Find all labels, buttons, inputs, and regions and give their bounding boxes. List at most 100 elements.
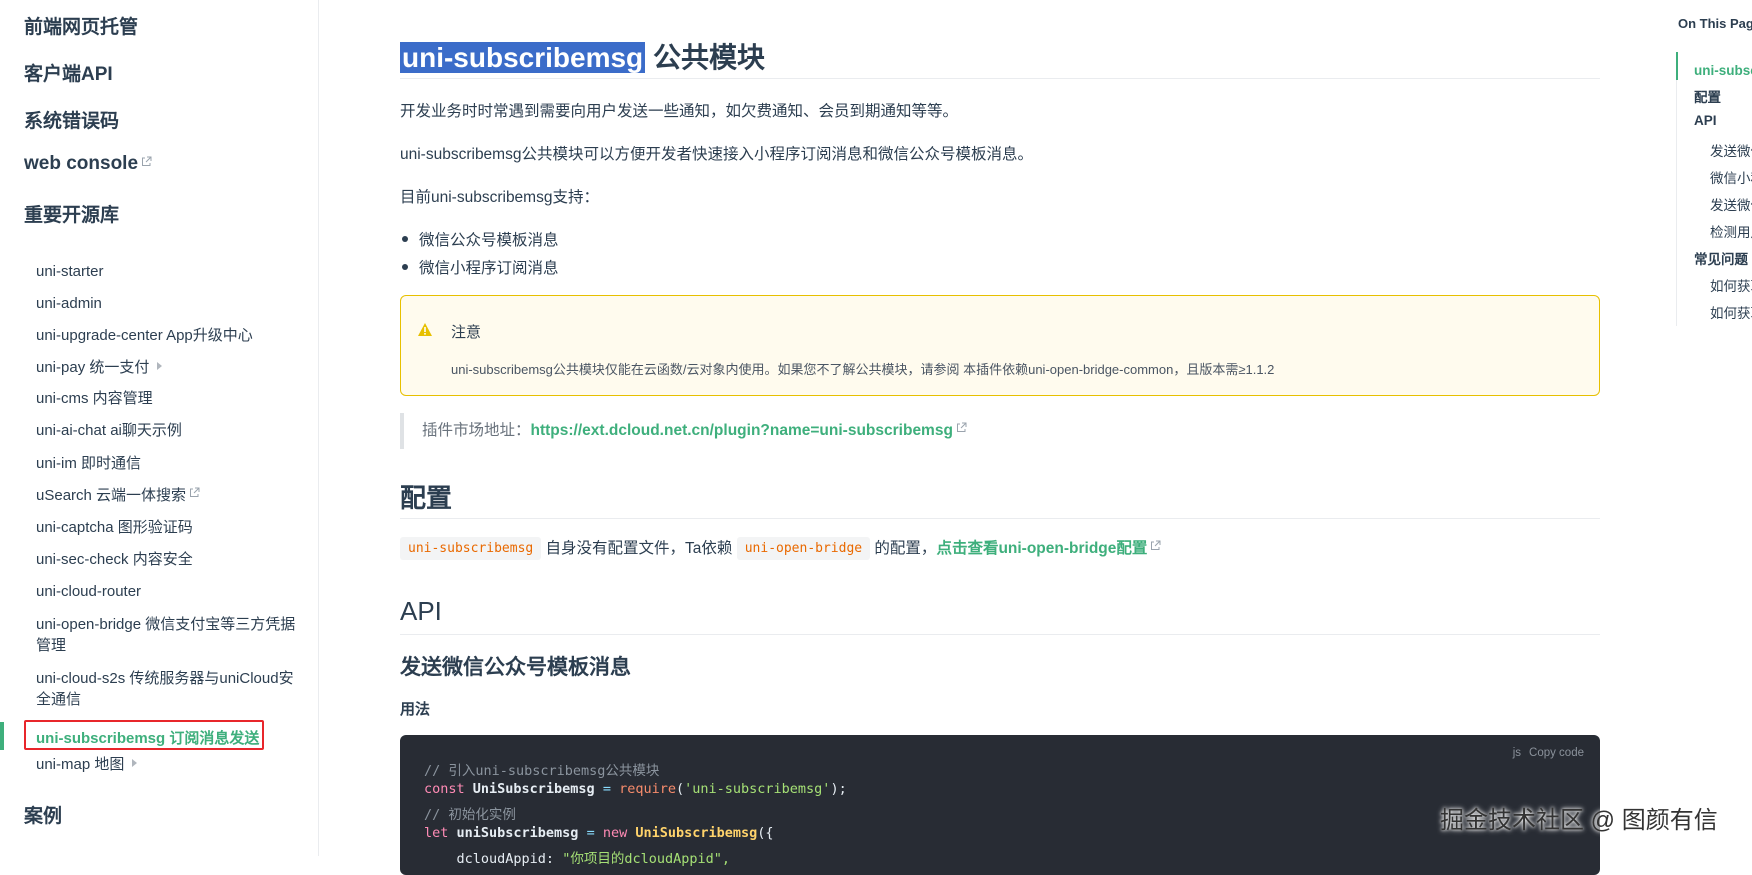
toc-item[interactable]: 发送微信公众号模板消息 (1710, 140, 1752, 160)
sidebar-item-uni-starter[interactable]: uni-starter (36, 261, 300, 282)
external-link-icon (141, 156, 152, 167)
code-punct: : (545, 851, 563, 867)
sidebar-heading-open-source: 重要开源库 (24, 205, 120, 226)
copy-code-label: Copy code (1529, 747, 1584, 759)
api-heading: API (400, 596, 1600, 635)
config-heading: 配置 (400, 478, 1600, 519)
toc-item[interactable]: 检测用户是否关注 (1710, 221, 1752, 241)
on-this-page-toc: On This Page uni-subscribemsg 公共模块 配置 AP… (1676, 0, 1752, 856)
sidebar-heading-web-console[interactable]: web console (24, 153, 152, 175)
code-comment: // 引入uni-subscribemsg公共模块 (424, 763, 660, 779)
code-comment: // 初始化实例 (424, 807, 516, 823)
code-keyword: const (424, 781, 465, 797)
toc-item[interactable]: 配置 (1694, 86, 1721, 106)
inline-code: uni-subscribemsg (400, 537, 542, 560)
sidebar-item-uni-subscribemsg[interactable]: uni-subscribemsg 订阅消息发送 (24, 720, 264, 750)
code-punct: ); (830, 781, 847, 797)
sidebar-item-uni-cloud-s2s[interactable]: uni-cloud-s2s 传统服务器与uniCloud安全通信 (36, 668, 300, 710)
code-line: // 引入uni-subscribemsg公共模块 (424, 759, 659, 779)
sidebar-item-uni-sec-check[interactable]: uni-sec-check 内容安全 (36, 549, 300, 570)
code-line: // 初始化实例 (424, 803, 516, 823)
code-keyword: new (594, 825, 628, 841)
copy-code-button[interactable]: js Copy code (1513, 747, 1584, 759)
sidebar-item-uni-upgrade-center[interactable]: uni-upgrade-center App升级中心 (36, 325, 300, 346)
chevron-right-icon (157, 362, 163, 370)
sidebar-item-uni-cloud-router[interactable]: uni-cloud-router (36, 581, 300, 602)
config-link[interactable]: 点击查看uni-open-bridge配置 (936, 540, 1147, 557)
external-link-icon (956, 422, 967, 433)
toc-item[interactable]: 如何获取openid (1710, 302, 1752, 322)
web-console-label: web console (24, 153, 139, 174)
code-line: const UniSubscribemsg = require('uni-sub… (424, 781, 847, 797)
inline-code: uni-open-bridge (736, 537, 871, 560)
warning-icon (417, 322, 433, 342)
code-key: dcloudAppid (424, 851, 546, 867)
notice-text: uni-subscribemsg公共模块仅能在云函数/云对象内使用。如果您不了解… (451, 362, 1275, 377)
code-punct: ({ (757, 825, 774, 841)
config-text: 自身没有配置文件，Ta依赖 (541, 540, 737, 557)
list-item: 微信公众号模板消息 (402, 228, 559, 250)
plugin-market-quote: 插件市场地址：https://ext.dcloud.net.cn/plugin?… (400, 413, 967, 449)
toc-item[interactable]: 常见问题 (1694, 248, 1748, 268)
sidebar-item-uni-cms[interactable]: uni-cms 内容管理 (36, 388, 300, 409)
external-link-icon (1150, 540, 1161, 551)
page-title-rest: 公共模块 (645, 42, 765, 73)
code-operator: = (602, 781, 611, 797)
code-punct: ( (675, 781, 685, 797)
config-text: 的配置， (870, 540, 937, 557)
sidebar-item-uni-captcha[interactable]: uni-captcha 图形验证码 (36, 517, 300, 538)
config-paragraph: uni-subscribemsg 自身没有配置文件，Ta依赖 uni-open-… (400, 536, 1161, 560)
toc-item[interactable]: 发送微信小程序订阅消息 (1710, 194, 1752, 214)
toc-item[interactable]: 微信小程序订阅消息 (1710, 167, 1752, 187)
external-link-icon (189, 487, 200, 498)
warning-notice: 注意 uni-subscribemsg公共模块仅能在云函数/云对象内使用。如果您… (400, 295, 1600, 396)
sidebar-item-uni-admin[interactable]: uni-admin (36, 293, 300, 314)
sidebar-item-uni-pay[interactable]: uni-pay 统一支付 (36, 357, 300, 378)
send-template-heading: 发送微信公众号模板消息 (400, 656, 631, 679)
code-block: js Copy code // 引入uni-subscribemsg公共模块 co… (400, 735, 1600, 875)
chevron-right-icon (132, 759, 138, 767)
page-title: uni-subscribemsg 公共模块 (400, 36, 1600, 79)
sidebar-heading-cases[interactable]: 案例 (24, 801, 62, 828)
toc-rail (1676, 52, 1677, 326)
selected-text: uni-subscribemsg (400, 42, 646, 73)
sidebar-heading-hosting[interactable]: 前端网页托管 (24, 12, 138, 39)
sidebar-heading-error-codes[interactable]: 系统错误码 (24, 106, 119, 133)
toc-item[interactable]: API (1694, 113, 1717, 128)
intro-paragraph-1: 开发业务时时常遇到需要向用户发送一些通知，如欠费通知、会员到期通知等等。 (400, 103, 959, 120)
code-class: UniSubscribemsg (627, 825, 758, 841)
code-function: require (610, 781, 676, 797)
toc-title: On This Page (1678, 16, 1752, 31)
sidebar-item-uni-open-bridge[interactable]: uni-open-bridge 微信支付宝等三方凭据管理 (36, 614, 300, 656)
code-line: dcloudAppid: "你项目的dcloudAppid", (424, 847, 730, 867)
sidebar-item-label: uni-map 地图 (36, 756, 125, 773)
plugin-market-link[interactable]: https://ext.dcloud.net.cn/plugin?name=un… (531, 422, 953, 439)
intro-paragraph-3: 目前uni-subscribemsg支持： (400, 189, 599, 206)
usage-heading: 用法 (400, 701, 431, 718)
sidebar-item-label: uni-pay 统一支付 (36, 359, 150, 376)
plugin-market-label: 插件市场地址： (422, 422, 531, 439)
code-operator: = (586, 825, 595, 841)
toc-item[interactable]: uni-subscribemsg 公共模块 (1694, 59, 1752, 79)
notice-title: 注意 (451, 324, 482, 341)
code-string: 'uni-subscribemsg' (684, 781, 831, 797)
code-keyword: let (424, 825, 449, 841)
sidebar-item-uni-map[interactable]: uni-map 地图 (36, 754, 300, 775)
sidebar-item-uni-ai-chat[interactable]: uni-ai-chat ai聊天示例 (36, 420, 300, 441)
intro-paragraph-2: uni-subscribemsg公共模块可以方便开发者快速接入小程序订阅消息和微… (400, 146, 1033, 163)
sidebar: 前端网页托管 客户端API 系统错误码 web console 重要开源库 un… (0, 0, 319, 856)
watermark: 掘金技术社区 @ 图颜有信 (1440, 807, 1718, 834)
code-language: js (1512, 747, 1522, 759)
sidebar-heading-client-api[interactable]: 客户端API (24, 59, 113, 86)
code-line: let uniSubscribemsg = new UniSubscribems… (424, 825, 774, 841)
sidebar-item-label: uSearch 云端一体搜索 (36, 487, 187, 504)
list-item: 微信小程序订阅消息 (402, 256, 559, 278)
code-identifier: uniSubscribemsg (448, 825, 587, 841)
sidebar-item-usearch[interactable]: uSearch 云端一体搜索 (36, 485, 300, 506)
sidebar-item-uni-im[interactable]: uni-im 即时通信 (36, 453, 300, 474)
active-indicator (0, 722, 4, 750)
code-identifier: UniSubscribemsg (464, 781, 603, 797)
code-string: "你项目的dcloudAppid", (562, 851, 730, 867)
toc-active-indicator (1676, 52, 1678, 80)
toc-item[interactable]: 如何获取模板 (1710, 275, 1752, 295)
